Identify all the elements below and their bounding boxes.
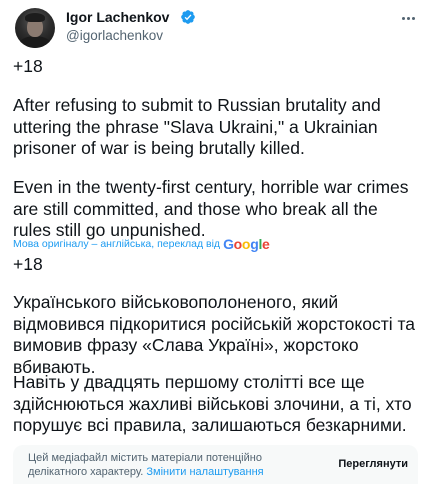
- dot: [411, 16, 415, 20]
- tweet-paragraph-original-1: After refusing to submit to Russian brut…: [13, 95, 381, 159]
- author-name[interactable]: Igor Lachenkov: [66, 9, 169, 26]
- tweet-paragraph-translated-1: Українського військовополоненого, який в…: [13, 292, 416, 377]
- dot: [406, 16, 410, 20]
- sensitive-media-message: Цей медіафайл містить матеріали потенцій…: [28, 451, 303, 479]
- tweet-count-label-translated: +18: [13, 254, 43, 274]
- author-handle[interactable]: @igorlachenkov: [66, 27, 163, 44]
- tweet-paragraph-original-2: Even in the twenty-first century, horrib…: [13, 177, 409, 241]
- translation-attribution[interactable]: Мова оригіналу – англійська, переклад ві…: [13, 236, 270, 252]
- verified-badge-icon: [181, 10, 195, 24]
- translation-note: Мова оригіналу – англійська, переклад ві…: [13, 238, 221, 250]
- dot: [401, 16, 405, 20]
- avatar[interactable]: [15, 8, 55, 48]
- tweet-count-label: +18: [13, 56, 43, 76]
- change-settings-link[interactable]: Змінити налаштування: [146, 466, 263, 478]
- tweet-paragraph-translated-2: Навіть у двадцять першому столітті все щ…: [13, 372, 412, 436]
- tweet-header: Igor Lachenkov @igorlachenkov: [0, 0, 430, 50]
- google-logo: Google: [223, 236, 270, 252]
- avatar-hair: [25, 13, 45, 22]
- avatar-shoulders: [18, 36, 52, 48]
- more-options-icon[interactable]: [398, 8, 418, 28]
- view-media-button[interactable]: Переглянути: [338, 457, 408, 471]
- sensitive-media-warning: Цей медіафайл містить матеріали потенцій…: [13, 445, 418, 484]
